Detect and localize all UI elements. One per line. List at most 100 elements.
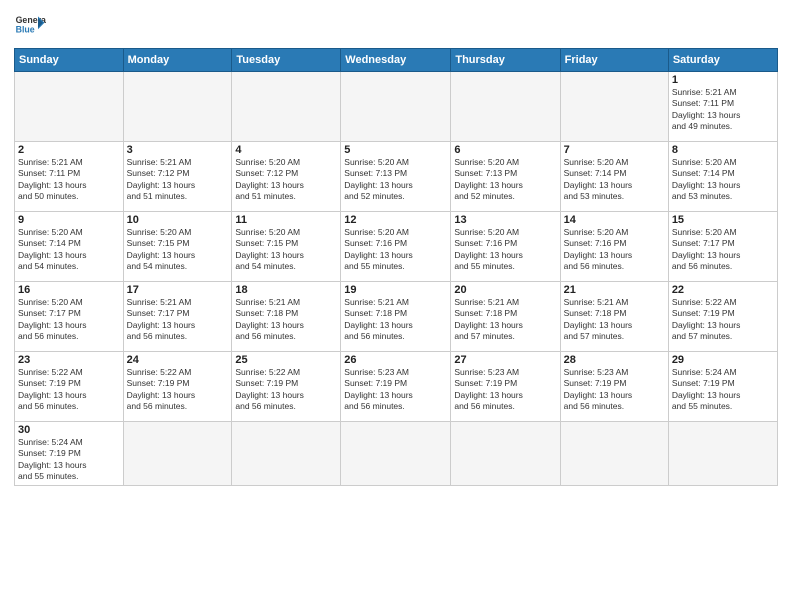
calendar-day-cell: 19Sunrise: 5:21 AM Sunset: 7:18 PM Dayli… (341, 282, 451, 352)
calendar-table: SundayMondayTuesdayWednesdayThursdayFrid… (14, 48, 778, 486)
day-number: 15 (672, 214, 774, 226)
calendar-day-cell: 6Sunrise: 5:20 AM Sunset: 7:13 PM Daylig… (451, 142, 560, 212)
calendar-day-cell: 28Sunrise: 5:23 AM Sunset: 7:19 PM Dayli… (560, 352, 668, 422)
day-number: 27 (454, 354, 556, 366)
calendar-header-tuesday: Tuesday (232, 49, 341, 72)
calendar-day-cell: 2Sunrise: 5:21 AM Sunset: 7:11 PM Daylig… (15, 142, 124, 212)
generalblue-logo-icon: General Blue (14, 10, 46, 42)
day-number: 5 (344, 144, 447, 156)
calendar-day-cell (451, 422, 560, 486)
day-info: Sunrise: 5:21 AM Sunset: 7:18 PM Dayligh… (564, 297, 665, 343)
day-number: 23 (18, 354, 120, 366)
calendar-day-cell (232, 72, 341, 142)
day-info: Sunrise: 5:20 AM Sunset: 7:16 PM Dayligh… (564, 227, 665, 273)
day-number: 20 (454, 284, 556, 296)
day-number: 11 (235, 214, 337, 226)
calendar-header-row: SundayMondayTuesdayWednesdayThursdayFrid… (15, 49, 778, 72)
day-number: 21 (564, 284, 665, 296)
calendar-day-cell (451, 72, 560, 142)
calendar-day-cell (560, 72, 668, 142)
calendar-day-cell: 29Sunrise: 5:24 AM Sunset: 7:19 PM Dayli… (668, 352, 777, 422)
day-number: 2 (18, 144, 120, 156)
day-info: Sunrise: 5:23 AM Sunset: 7:19 PM Dayligh… (454, 367, 556, 413)
day-info: Sunrise: 5:21 AM Sunset: 7:12 PM Dayligh… (127, 157, 229, 203)
day-number: 6 (454, 144, 556, 156)
day-info: Sunrise: 5:20 AM Sunset: 7:17 PM Dayligh… (672, 227, 774, 273)
calendar-day-cell: 15Sunrise: 5:20 AM Sunset: 7:17 PM Dayli… (668, 212, 777, 282)
day-number: 10 (127, 214, 229, 226)
calendar-day-cell (123, 72, 232, 142)
day-info: Sunrise: 5:23 AM Sunset: 7:19 PM Dayligh… (564, 367, 665, 413)
day-info: Sunrise: 5:21 AM Sunset: 7:11 PM Dayligh… (672, 87, 774, 133)
day-info: Sunrise: 5:21 AM Sunset: 7:17 PM Dayligh… (127, 297, 229, 343)
calendar-header-wednesday: Wednesday (341, 49, 451, 72)
day-number: 26 (344, 354, 447, 366)
day-info: Sunrise: 5:20 AM Sunset: 7:13 PM Dayligh… (454, 157, 556, 203)
day-number: 3 (127, 144, 229, 156)
day-info: Sunrise: 5:21 AM Sunset: 7:18 PM Dayligh… (344, 297, 447, 343)
day-info: Sunrise: 5:20 AM Sunset: 7:14 PM Dayligh… (564, 157, 665, 203)
calendar-header-thursday: Thursday (451, 49, 560, 72)
calendar-day-cell: 1Sunrise: 5:21 AM Sunset: 7:11 PM Daylig… (668, 72, 777, 142)
day-number: 16 (18, 284, 120, 296)
calendar-day-cell (560, 422, 668, 486)
calendar-week-row: 2Sunrise: 5:21 AM Sunset: 7:11 PM Daylig… (15, 142, 778, 212)
day-number: 29 (672, 354, 774, 366)
day-info: Sunrise: 5:20 AM Sunset: 7:15 PM Dayligh… (235, 227, 337, 273)
day-info: Sunrise: 5:23 AM Sunset: 7:19 PM Dayligh… (344, 367, 447, 413)
calendar-day-cell: 30Sunrise: 5:24 AM Sunset: 7:19 PM Dayli… (15, 422, 124, 486)
calendar-day-cell: 4Sunrise: 5:20 AM Sunset: 7:12 PM Daylig… (232, 142, 341, 212)
day-info: Sunrise: 5:21 AM Sunset: 7:11 PM Dayligh… (18, 157, 120, 203)
header: General Blue (14, 10, 778, 42)
calendar-day-cell (15, 72, 124, 142)
calendar-week-row: 1Sunrise: 5:21 AM Sunset: 7:11 PM Daylig… (15, 72, 778, 142)
calendar-day-cell: 20Sunrise: 5:21 AM Sunset: 7:18 PM Dayli… (451, 282, 560, 352)
day-number: 22 (672, 284, 774, 296)
day-info: Sunrise: 5:22 AM Sunset: 7:19 PM Dayligh… (127, 367, 229, 413)
calendar-day-cell: 27Sunrise: 5:23 AM Sunset: 7:19 PM Dayli… (451, 352, 560, 422)
day-number: 25 (235, 354, 337, 366)
calendar-day-cell (341, 72, 451, 142)
calendar-day-cell: 16Sunrise: 5:20 AM Sunset: 7:17 PM Dayli… (15, 282, 124, 352)
calendar-day-cell (341, 422, 451, 486)
calendar-week-row: 9Sunrise: 5:20 AM Sunset: 7:14 PM Daylig… (15, 212, 778, 282)
day-info: Sunrise: 5:22 AM Sunset: 7:19 PM Dayligh… (672, 297, 774, 343)
day-info: Sunrise: 5:20 AM Sunset: 7:15 PM Dayligh… (127, 227, 229, 273)
day-number: 24 (127, 354, 229, 366)
calendar-header-monday: Monday (123, 49, 232, 72)
calendar-day-cell: 24Sunrise: 5:22 AM Sunset: 7:19 PM Dayli… (123, 352, 232, 422)
calendar-header-friday: Friday (560, 49, 668, 72)
calendar-day-cell: 14Sunrise: 5:20 AM Sunset: 7:16 PM Dayli… (560, 212, 668, 282)
calendar-day-cell: 26Sunrise: 5:23 AM Sunset: 7:19 PM Dayli… (341, 352, 451, 422)
day-info: Sunrise: 5:22 AM Sunset: 7:19 PM Dayligh… (235, 367, 337, 413)
day-number: 19 (344, 284, 447, 296)
calendar-page: General Blue SundayMondayTuesdayWednesda… (0, 0, 792, 496)
day-info: Sunrise: 5:21 AM Sunset: 7:18 PM Dayligh… (454, 297, 556, 343)
calendar-day-cell: 9Sunrise: 5:20 AM Sunset: 7:14 PM Daylig… (15, 212, 124, 282)
day-number: 1 (672, 74, 774, 86)
day-number: 28 (564, 354, 665, 366)
calendar-day-cell: 5Sunrise: 5:20 AM Sunset: 7:13 PM Daylig… (341, 142, 451, 212)
day-number: 12 (344, 214, 447, 226)
day-info: Sunrise: 5:20 AM Sunset: 7:14 PM Dayligh… (672, 157, 774, 203)
day-number: 18 (235, 284, 337, 296)
day-info: Sunrise: 5:21 AM Sunset: 7:18 PM Dayligh… (235, 297, 337, 343)
calendar-week-row: 16Sunrise: 5:20 AM Sunset: 7:17 PM Dayli… (15, 282, 778, 352)
logo: General Blue (14, 10, 46, 42)
calendar-day-cell: 17Sunrise: 5:21 AM Sunset: 7:17 PM Dayli… (123, 282, 232, 352)
calendar-day-cell: 18Sunrise: 5:21 AM Sunset: 7:18 PM Dayli… (232, 282, 341, 352)
calendar-header-sunday: Sunday (15, 49, 124, 72)
day-info: Sunrise: 5:20 AM Sunset: 7:14 PM Dayligh… (18, 227, 120, 273)
calendar-day-cell: 8Sunrise: 5:20 AM Sunset: 7:14 PM Daylig… (668, 142, 777, 212)
day-info: Sunrise: 5:24 AM Sunset: 7:19 PM Dayligh… (672, 367, 774, 413)
day-number: 14 (564, 214, 665, 226)
svg-text:Blue: Blue (16, 24, 35, 34)
calendar-week-row: 30Sunrise: 5:24 AM Sunset: 7:19 PM Dayli… (15, 422, 778, 486)
day-info: Sunrise: 5:22 AM Sunset: 7:19 PM Dayligh… (18, 367, 120, 413)
calendar-week-row: 23Sunrise: 5:22 AM Sunset: 7:19 PM Dayli… (15, 352, 778, 422)
day-info: Sunrise: 5:20 AM Sunset: 7:17 PM Dayligh… (18, 297, 120, 343)
day-number: 13 (454, 214, 556, 226)
calendar-day-cell: 22Sunrise: 5:22 AM Sunset: 7:19 PM Dayli… (668, 282, 777, 352)
day-info: Sunrise: 5:20 AM Sunset: 7:16 PM Dayligh… (344, 227, 447, 273)
calendar-header-saturday: Saturday (668, 49, 777, 72)
